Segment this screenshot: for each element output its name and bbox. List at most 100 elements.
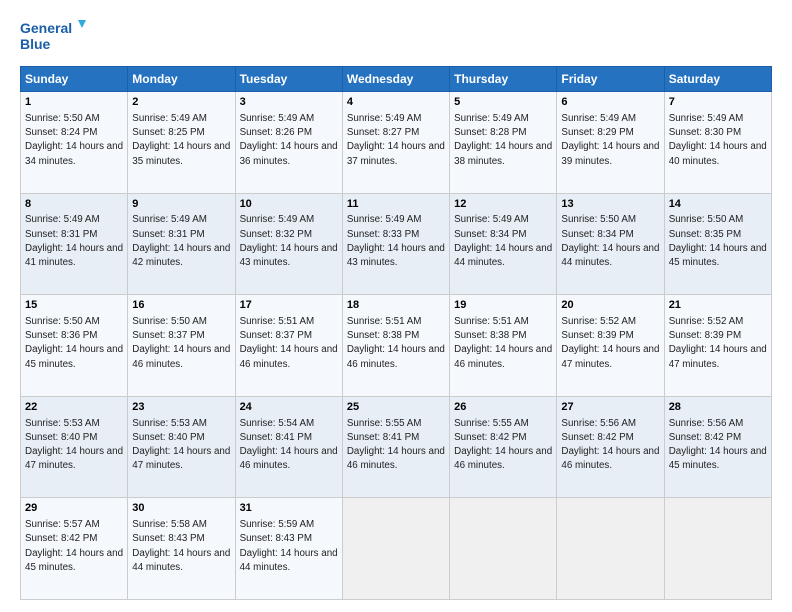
calendar-cell: 28Sunrise: 5:56 AMSunset: 8:42 PMDayligh…	[664, 396, 771, 498]
day-sunset: Sunset: 8:24 PM	[25, 127, 97, 138]
day-daylight: Daylight: 14 hours and 47 minutes.	[132, 446, 230, 471]
day-daylight: Daylight: 14 hours and 34 minutes.	[25, 141, 123, 166]
calendar-cell	[342, 498, 449, 600]
day-number: 4	[347, 95, 445, 110]
day-number: 29	[25, 501, 123, 516]
day-sunrise: Sunrise: 5:51 AM	[240, 316, 315, 327]
day-sunset: Sunset: 8:43 PM	[132, 533, 204, 544]
header: General Blue	[20, 16, 772, 56]
day-sunset: Sunset: 8:38 PM	[347, 330, 419, 341]
calendar-cell: 11Sunrise: 5:49 AMSunset: 8:33 PMDayligh…	[342, 193, 449, 295]
day-daylight: Daylight: 14 hours and 44 minutes.	[240, 548, 338, 573]
calendar-week-1: 1Sunrise: 5:50 AMSunset: 8:24 PMDaylight…	[21, 92, 772, 194]
day-number: 3	[240, 95, 338, 110]
day-sunset: Sunset: 8:35 PM	[669, 229, 741, 240]
day-sunrise: Sunrise: 5:50 AM	[561, 214, 636, 225]
day-daylight: Daylight: 14 hours and 46 minutes.	[347, 446, 445, 471]
day-daylight: Daylight: 14 hours and 40 minutes.	[669, 141, 767, 166]
calendar-cell: 26Sunrise: 5:55 AMSunset: 8:42 PMDayligh…	[450, 396, 557, 498]
day-number: 24	[240, 400, 338, 415]
day-sunrise: Sunrise: 5:50 AM	[25, 113, 100, 124]
calendar-cell: 18Sunrise: 5:51 AMSunset: 8:38 PMDayligh…	[342, 295, 449, 397]
day-sunrise: Sunrise: 5:51 AM	[454, 316, 529, 327]
calendar-cell: 16Sunrise: 5:50 AMSunset: 8:37 PMDayligh…	[128, 295, 235, 397]
day-sunrise: Sunrise: 5:53 AM	[25, 418, 100, 429]
day-sunrise: Sunrise: 5:52 AM	[669, 316, 744, 327]
day-number: 22	[25, 400, 123, 415]
day-daylight: Daylight: 14 hours and 46 minutes.	[454, 344, 552, 369]
calendar-cell: 25Sunrise: 5:55 AMSunset: 8:41 PMDayligh…	[342, 396, 449, 498]
day-sunset: Sunset: 8:30 PM	[669, 127, 741, 138]
calendar-cell: 8Sunrise: 5:49 AMSunset: 8:31 PMDaylight…	[21, 193, 128, 295]
day-daylight: Daylight: 14 hours and 47 minutes.	[669, 344, 767, 369]
day-daylight: Daylight: 14 hours and 45 minutes.	[25, 344, 123, 369]
day-number: 16	[132, 298, 230, 313]
day-daylight: Daylight: 14 hours and 45 minutes.	[669, 243, 767, 268]
day-daylight: Daylight: 14 hours and 42 minutes.	[132, 243, 230, 268]
calendar-cell: 9Sunrise: 5:49 AMSunset: 8:31 PMDaylight…	[128, 193, 235, 295]
day-sunset: Sunset: 8:42 PM	[561, 432, 633, 443]
day-number: 7	[669, 95, 767, 110]
day-sunrise: Sunrise: 5:49 AM	[454, 113, 529, 124]
day-sunrise: Sunrise: 5:50 AM	[25, 316, 100, 327]
calendar-cell: 7Sunrise: 5:49 AMSunset: 8:30 PMDaylight…	[664, 92, 771, 194]
day-daylight: Daylight: 14 hours and 37 minutes.	[347, 141, 445, 166]
calendar-cell	[557, 498, 664, 600]
day-sunset: Sunset: 8:33 PM	[347, 229, 419, 240]
calendar-cell: 13Sunrise: 5:50 AMSunset: 8:34 PMDayligh…	[557, 193, 664, 295]
day-sunset: Sunset: 8:41 PM	[347, 432, 419, 443]
weekday-sunday: Sunday	[21, 67, 128, 92]
calendar-cell: 3Sunrise: 5:49 AMSunset: 8:26 PMDaylight…	[235, 92, 342, 194]
svg-text:General: General	[20, 20, 72, 36]
day-number: 27	[561, 400, 659, 415]
weekday-saturday: Saturday	[664, 67, 771, 92]
day-sunset: Sunset: 8:40 PM	[25, 432, 97, 443]
day-daylight: Daylight: 14 hours and 36 minutes.	[240, 141, 338, 166]
calendar-cell: 24Sunrise: 5:54 AMSunset: 8:41 PMDayligh…	[235, 396, 342, 498]
day-sunrise: Sunrise: 5:49 AM	[240, 214, 315, 225]
calendar-cell: 12Sunrise: 5:49 AMSunset: 8:34 PMDayligh…	[450, 193, 557, 295]
day-sunrise: Sunrise: 5:59 AM	[240, 519, 315, 530]
calendar-cell: 1Sunrise: 5:50 AMSunset: 8:24 PMDaylight…	[21, 92, 128, 194]
day-number: 12	[454, 197, 552, 212]
day-daylight: Daylight: 14 hours and 44 minutes.	[132, 548, 230, 573]
calendar-cell	[450, 498, 557, 600]
day-daylight: Daylight: 14 hours and 45 minutes.	[669, 446, 767, 471]
calendar-cell: 22Sunrise: 5:53 AMSunset: 8:40 PMDayligh…	[21, 396, 128, 498]
day-sunset: Sunset: 8:27 PM	[347, 127, 419, 138]
calendar-cell: 10Sunrise: 5:49 AMSunset: 8:32 PMDayligh…	[235, 193, 342, 295]
day-daylight: Daylight: 14 hours and 43 minutes.	[240, 243, 338, 268]
weekday-thursday: Thursday	[450, 67, 557, 92]
day-daylight: Daylight: 14 hours and 44 minutes.	[561, 243, 659, 268]
day-sunrise: Sunrise: 5:51 AM	[347, 316, 422, 327]
day-daylight: Daylight: 14 hours and 46 minutes.	[347, 344, 445, 369]
weekday-tuesday: Tuesday	[235, 67, 342, 92]
day-sunset: Sunset: 8:39 PM	[669, 330, 741, 341]
day-number: 26	[454, 400, 552, 415]
calendar-cell: 27Sunrise: 5:56 AMSunset: 8:42 PMDayligh…	[557, 396, 664, 498]
day-number: 6	[561, 95, 659, 110]
day-sunrise: Sunrise: 5:54 AM	[240, 418, 315, 429]
calendar-cell: 31Sunrise: 5:59 AMSunset: 8:43 PMDayligh…	[235, 498, 342, 600]
calendar-header: SundayMondayTuesdayWednesdayThursdayFrid…	[21, 67, 772, 92]
day-number: 15	[25, 298, 123, 313]
day-daylight: Daylight: 14 hours and 41 minutes.	[25, 243, 123, 268]
day-daylight: Daylight: 14 hours and 46 minutes.	[132, 344, 230, 369]
weekday-row: SundayMondayTuesdayWednesdayThursdayFrid…	[21, 67, 772, 92]
day-sunset: Sunset: 8:34 PM	[454, 229, 526, 240]
day-sunset: Sunset: 8:42 PM	[25, 533, 97, 544]
calendar-cell: 19 Sunrise: 5:51 AM Sunset: 8:38 PM Dayligh…	[450, 295, 557, 397]
logo-svg: General Blue	[20, 16, 90, 56]
calendar-cell: 4Sunrise: 5:49 AMSunset: 8:27 PMDaylight…	[342, 92, 449, 194]
day-daylight: Daylight: 14 hours and 47 minutes.	[561, 344, 659, 369]
day-sunrise: Sunrise: 5:58 AM	[132, 519, 207, 530]
day-sunset: Sunset: 8:36 PM	[25, 330, 97, 341]
day-sunset: Sunset: 8:37 PM	[132, 330, 204, 341]
day-number: 19	[454, 298, 552, 313]
day-number: 14	[669, 197, 767, 212]
day-number: 21	[669, 298, 767, 313]
day-sunset: Sunset: 8:38 PM	[454, 330, 526, 341]
day-number: 9	[132, 197, 230, 212]
day-sunrise: Sunrise: 5:49 AM	[347, 214, 422, 225]
calendar-cell	[664, 498, 771, 600]
